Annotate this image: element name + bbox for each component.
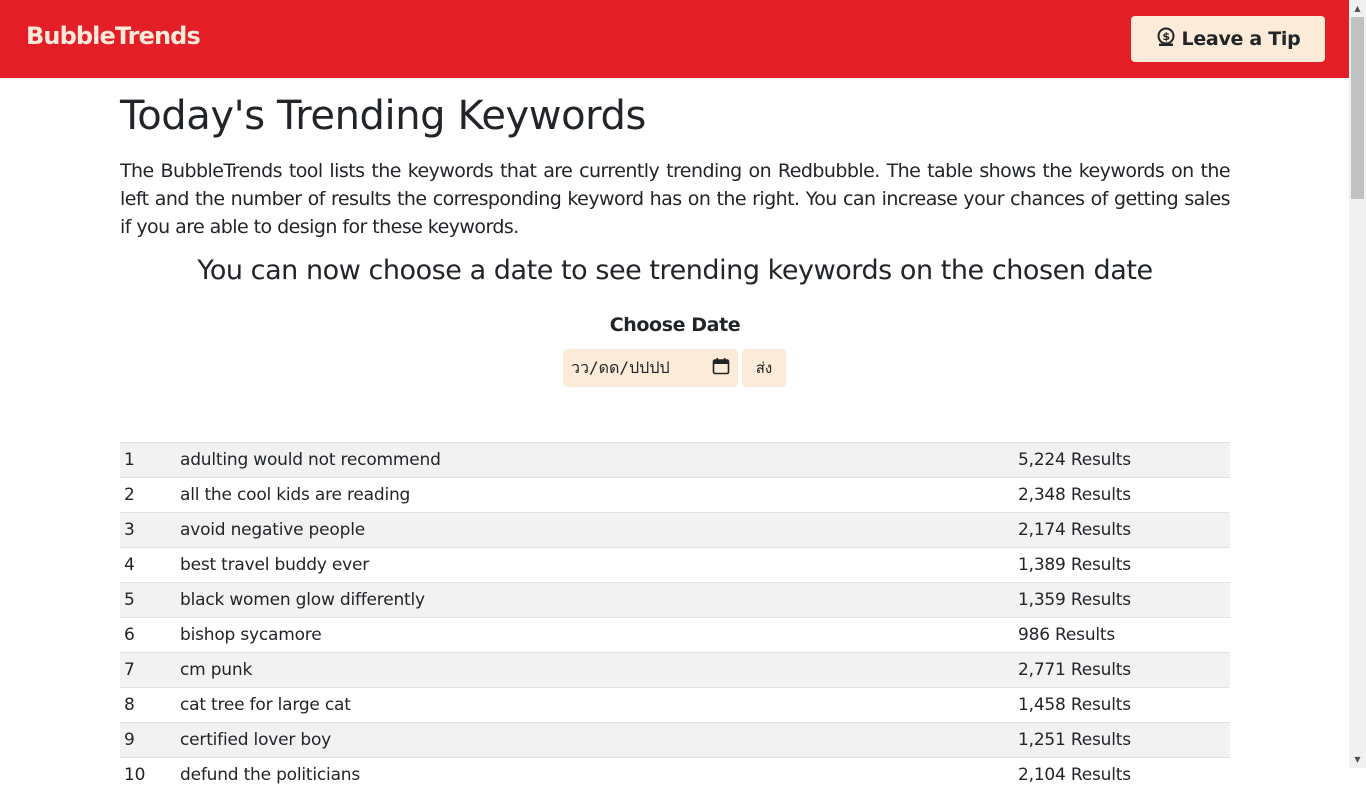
rank-cell: 5	[120, 583, 176, 618]
results-cell: 2,771 Results	[1014, 653, 1230, 688]
results-cell: 2,174 Results	[1014, 513, 1230, 548]
dollar-coin-icon: $	[1156, 27, 1176, 52]
rank-cell: 10	[120, 758, 176, 792]
results-cell: 5,224 Results	[1014, 443, 1230, 478]
submit-date-button[interactable]: ส่ง	[742, 349, 786, 387]
results-cell: 1,251 Results	[1014, 723, 1230, 758]
results-cell: 986 Results	[1014, 618, 1230, 653]
keyword-cell: all the cool kids are reading	[176, 478, 1014, 513]
rank-cell: 2	[120, 478, 176, 513]
rank-cell: 4	[120, 548, 176, 583]
results-cell: 1,389 Results	[1014, 548, 1230, 583]
page-scrollbar[interactable]: ▲ ▼	[1349, 0, 1366, 768]
choose-date-label: Choose Date	[120, 314, 1230, 336]
results-cell: 2,104 Results	[1014, 758, 1230, 792]
results-cell: 1,458 Results	[1014, 688, 1230, 723]
keyword-cell: best travel buddy ever	[176, 548, 1014, 583]
table-row: 6bishop sycamore986 Results	[120, 618, 1230, 653]
table-row: 3avoid negative people2,174 Results	[120, 513, 1230, 548]
table-row: 9certified lover boy1,251 Results	[120, 723, 1230, 758]
keyword-cell: cm punk	[176, 653, 1014, 688]
keyword-cell: cat tree for large cat	[176, 688, 1014, 723]
results-cell: 1,359 Results	[1014, 583, 1230, 618]
rank-cell: 3	[120, 513, 176, 548]
rank-cell: 9	[120, 723, 176, 758]
table-row: 1adulting would not recommend5,224 Resul…	[120, 443, 1230, 478]
keyword-cell: certified lover boy	[176, 723, 1014, 758]
svg-text:$: $	[1162, 30, 1169, 43]
keyword-cell: adulting would not recommend	[176, 443, 1014, 478]
page-title: Today's Trending Keywords	[120, 93, 646, 139]
trending-keywords-table: 1adulting would not recommend5,224 Resul…	[120, 442, 1230, 792]
table-row: 10defund the politicians2,104 Results	[120, 758, 1230, 792]
date-input[interactable]: วว/ดด/ปปปป	[563, 349, 738, 387]
table-row: 5black women glow differently1,359 Resul…	[120, 583, 1230, 618]
table-row: 2all the cool kids are reading2,348 Resu…	[120, 478, 1230, 513]
table-row: 7cm punk2,771 Results	[120, 653, 1230, 688]
intro-paragraph: The BubbleTrends tool lists the keywords…	[120, 157, 1230, 241]
date-form: วว/ดด/ปปปป ส่ง	[563, 349, 786, 387]
date-subtitle: You can now choose a date to see trendin…	[120, 255, 1230, 286]
keyword-cell: avoid negative people	[176, 513, 1014, 548]
keyword-cell: black women glow differently	[176, 583, 1014, 618]
rank-cell: 1	[120, 443, 176, 478]
leave-tip-button[interactable]: $ Leave a Tip	[1131, 16, 1325, 62]
keyword-cell: defund the politicians	[176, 758, 1014, 792]
scroll-up-arrow-icon[interactable]: ▲	[1349, 0, 1366, 17]
table-row: 8cat tree for large cat1,458 Results	[120, 688, 1230, 723]
leave-tip-label: Leave a Tip	[1182, 28, 1301, 50]
calendar-icon[interactable]	[712, 357, 730, 379]
brand-logo[interactable]: BubbleTrends	[26, 22, 200, 50]
rank-cell: 7	[120, 653, 176, 688]
keyword-cell: bishop sycamore	[176, 618, 1014, 653]
scroll-thumb[interactable]	[1351, 17, 1364, 199]
date-input-placeholder: วว/ดด/ปปปป	[571, 356, 670, 381]
results-cell: 2,348 Results	[1014, 478, 1230, 513]
navbar: BubbleTrends $ Leave a Tip	[0, 0, 1349, 78]
rank-cell: 6	[120, 618, 176, 653]
table-row: 4best travel buddy ever1,389 Results	[120, 548, 1230, 583]
scroll-down-arrow-icon[interactable]: ▼	[1349, 751, 1366, 768]
rank-cell: 8	[120, 688, 176, 723]
